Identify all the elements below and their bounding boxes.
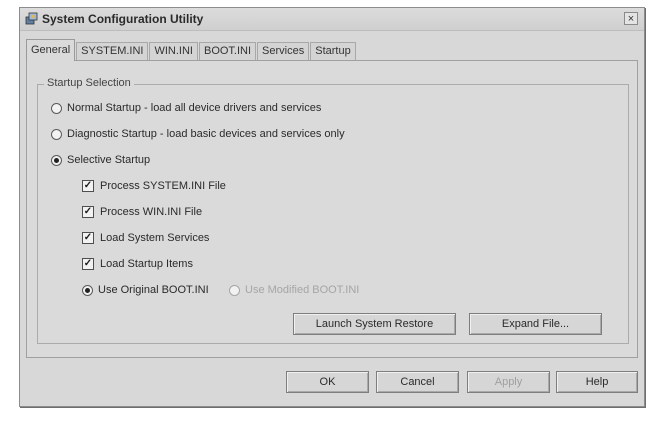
ok-button[interactable]: OK [286,371,369,393]
tab-system-ini[interactable]: SYSTEM.INI [76,42,149,61]
use-original-boot-ini-option[interactable]: Use Original BOOT.INI [82,284,209,296]
title-bar[interactable]: System Configuration Utility × [20,8,644,31]
use-original-boot-ini-radio[interactable] [82,284,93,296]
load-startup-items-checkbox[interactable]: ✓ [82,258,94,270]
system-config-app-icon [25,12,38,25]
selective-startup-option[interactable]: Selective Startup [51,154,150,166]
load-startup-items-label: Load Startup Items [100,258,193,270]
system-configuration-window: System Configuration Utility × General S… [19,7,645,407]
process-system-ini-checkbox[interactable]: ✓ [82,180,94,192]
use-modified-boot-ini-radio[interactable] [229,284,240,296]
help-button[interactable]: Help [556,371,638,393]
startup-selection-label: Startup Selection [44,77,134,89]
close-icon: × [627,13,635,25]
apply-button[interactable]: Apply [467,371,550,393]
normal-startup-radio[interactable] [51,102,62,114]
close-button[interactable]: × [624,12,638,25]
diagnostic-startup-radio[interactable] [51,128,62,140]
load-system-services-label: Load System Services [100,232,210,244]
tab-boot-ini[interactable]: BOOT.INI [198,42,257,61]
process-win-ini-label: Process WIN.INI File [100,206,203,218]
expand-file-button[interactable]: Expand File... [469,313,602,335]
load-startup-items-option[interactable]: ✓ Load Startup Items [82,258,193,270]
startup-selection-group: Startup Selection Normal Startup - load … [37,77,629,344]
process-system-ini-option[interactable]: ✓ Process SYSTEM.INI File [82,180,226,192]
tab-general[interactable]: General [26,39,76,61]
tab-win-ini[interactable]: WIN.INI [149,42,198,61]
diagnostic-startup-option[interactable]: Diagnostic Startup - load basic devices … [51,128,345,140]
cancel-button[interactable]: Cancel [376,371,459,393]
use-modified-boot-ini-label: Use Modified BOOT.INI [245,284,360,296]
general-tab-panel: Startup Selection Normal Startup - load … [26,60,638,358]
load-system-services-option[interactable]: ✓ Load System Services [82,232,209,244]
use-original-boot-ini-label: Use Original BOOT.INI [98,284,209,296]
process-win-ini-option[interactable]: ✓ Process WIN.INI File [82,206,202,218]
tab-services[interactable]: Services [257,42,310,61]
diagnostic-startup-label: Diagnostic Startup - load basic devices … [67,128,345,140]
use-modified-boot-ini-option[interactable]: Use Modified BOOT.INI [229,284,359,296]
tab-startup[interactable]: Startup [310,42,356,61]
normal-startup-label: Normal Startup - load all device drivers… [67,102,322,114]
launch-system-restore-button[interactable]: Launch System Restore [293,313,456,335]
selective-startup-radio[interactable] [51,154,62,166]
selective-startup-label: Selective Startup [67,154,151,166]
window-title: System Configuration Utility [42,12,204,26]
process-win-ini-checkbox[interactable]: ✓ [82,206,94,218]
process-system-ini-label: Process SYSTEM.INI File [100,180,226,192]
load-system-services-checkbox[interactable]: ✓ [82,232,94,244]
tab-strip: General SYSTEM.INI WIN.INI BOOT.INI Serv… [26,39,357,61]
normal-startup-option[interactable]: Normal Startup - load all device drivers… [51,102,321,114]
